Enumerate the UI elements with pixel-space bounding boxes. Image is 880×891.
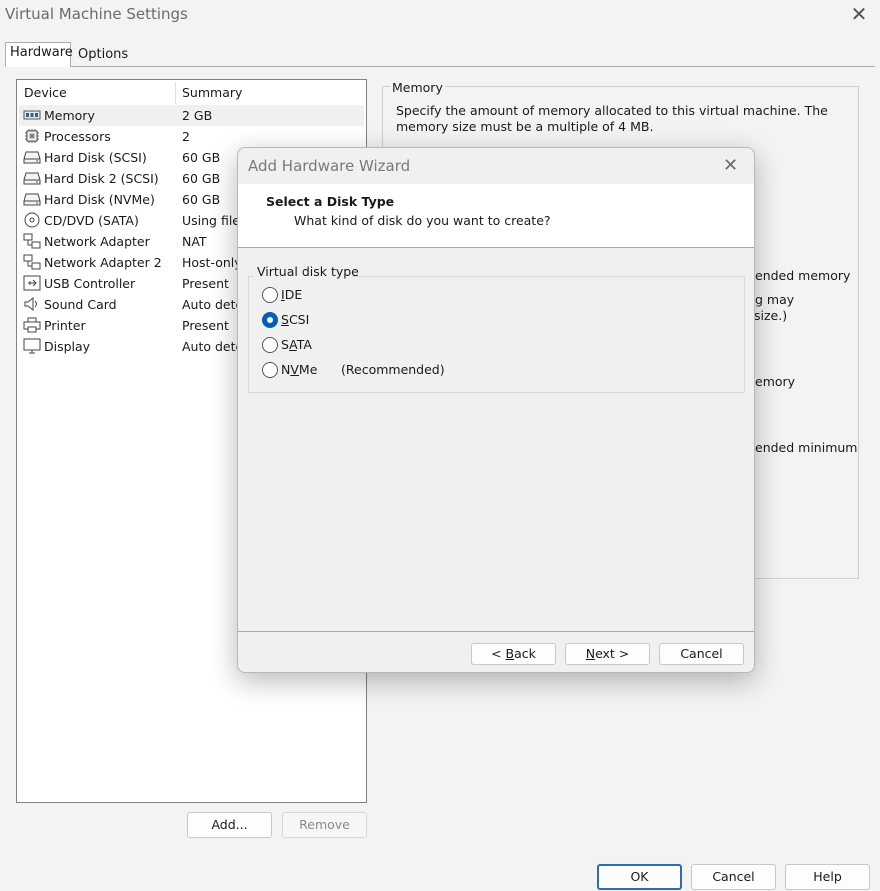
device-name: Hard Disk (SCSI) — [44, 150, 147, 165]
tab-options[interactable]: Options — [74, 45, 132, 69]
device-summary: 60 GB — [182, 192, 221, 207]
group-border — [248, 276, 253, 277]
monitor-icon — [23, 338, 41, 354]
device-summary: Present — [182, 276, 229, 291]
radio-label-nvme[interactable]: NVMe — [281, 362, 317, 377]
wizard-heading: Select a Disk Type — [266, 194, 395, 209]
next-button[interactable]: Next > — [565, 643, 650, 665]
dialog-separator — [238, 631, 754, 632]
label-part: TA — [296, 337, 312, 352]
radio-scsi[interactable] — [262, 312, 278, 328]
accelerator-key: V — [290, 362, 299, 377]
device-name: Network Adapter — [44, 234, 150, 249]
device-summary: Present — [182, 318, 229, 333]
label-part: Me — [298, 362, 318, 377]
radio-nvme[interactable] — [262, 362, 278, 378]
label-part: DE — [284, 287, 303, 302]
device-name: Network Adapter 2 — [44, 255, 162, 270]
printer-icon — [23, 317, 41, 333]
processor-icon — [25, 129, 39, 143]
radio-label-sata[interactable]: SATA — [281, 337, 312, 352]
wizard-header: Select a Disk Type What kind of disk do … — [238, 184, 754, 248]
tab-hardware[interactable]: Hardware — [5, 42, 73, 67]
close-icon[interactable]: ✕ — [848, 3, 870, 25]
label-part: ext > — [595, 646, 630, 661]
device-name: Display — [44, 339, 91, 354]
hard-disk-icon — [23, 151, 41, 164]
label-part: S — [281, 337, 290, 352]
memory-partial-text: emory — [755, 374, 796, 389]
help-button[interactable]: Help — [785, 864, 870, 890]
network-adapter-icon — [23, 233, 41, 249]
device-summary: Host-only — [182, 255, 242, 270]
label-part: ack — [514, 646, 536, 661]
device-summary: 60 GB — [182, 150, 221, 165]
device-name: Memory — [44, 108, 95, 123]
speaker-icon — [24, 296, 37, 312]
device-summary: NAT — [182, 234, 207, 249]
cd-dvd-icon — [24, 212, 40, 228]
group-border — [352, 276, 745, 277]
label-part: N — [281, 362, 291, 377]
wizard-subheading: What kind of disk do you want to create? — [294, 213, 551, 228]
memory-partial-text: ended minimum — [755, 440, 858, 455]
device-name: CD/DVD (SATA) — [44, 213, 139, 228]
group-border — [440, 86, 859, 87]
group-border — [382, 86, 390, 87]
network-adapter-icon — [23, 254, 41, 270]
memory-partial-text: g may — [755, 292, 795, 307]
label-part: < — [491, 646, 506, 661]
device-name: Hard Disk 2 (SCSI) — [44, 171, 159, 186]
hard-disk-icon — [23, 172, 41, 185]
memory-partial-text: ended memory — [755, 268, 851, 283]
radio-label-scsi[interactable]: SCSI — [281, 312, 309, 327]
memory-description: Specify the amount of memory allocated t… — [396, 103, 828, 134]
device-summary: Using file — [182, 213, 241, 228]
radio-ide[interactable] — [262, 287, 278, 303]
radio-label-ide[interactable]: IDE — [281, 287, 302, 302]
label-part: CSI — [288, 312, 310, 327]
accelerator-key: A — [289, 337, 297, 352]
remove-device-button[interactable]: Remove — [282, 812, 367, 838]
accelerator-key: S — [281, 312, 289, 327]
radio-sata[interactable] — [262, 337, 278, 353]
device-summary: Auto dete — [182, 339, 244, 354]
device-name: Printer — [44, 318, 86, 333]
device-summary: 2 GB — [182, 108, 213, 123]
hard-disk-icon — [23, 193, 41, 206]
cancel-button[interactable]: Cancel — [691, 864, 776, 890]
device-name: Hard Disk (NVMe) — [44, 192, 155, 207]
usb-icon — [23, 275, 41, 291]
device-name: Processors — [44, 129, 111, 144]
device-name: Sound Card — [44, 297, 117, 312]
back-button[interactable]: < Back — [471, 643, 556, 665]
accelerator-key: N — [585, 646, 596, 661]
virtual-disk-type-group — [248, 277, 745, 393]
device-summary: 2 — [182, 129, 190, 144]
device-name: USB Controller — [44, 276, 136, 291]
virtual-disk-type-legend: Virtual disk type — [257, 264, 359, 279]
device-summary: 60 GB — [182, 171, 221, 186]
device-summary: Auto dete — [182, 297, 244, 312]
column-separator — [175, 82, 176, 104]
memory-icon — [23, 110, 41, 120]
ok-button[interactable]: OK — [597, 864, 682, 890]
add-device-button[interactable]: Add... — [187, 812, 272, 838]
accelerator-key: B — [505, 646, 515, 661]
column-header-summary[interactable]: Summary — [182, 85, 242, 100]
memory-partial-text: size.) — [754, 308, 788, 323]
wizard-cancel-button[interactable]: Cancel — [659, 643, 744, 665]
column-header-device[interactable]: Device — [24, 85, 67, 100]
window-title: Virtual Machine Settings — [5, 5, 188, 23]
device-row-memory[interactable]: Memory 2 GB — [19, 105, 364, 126]
recommended-note: (Recommended) — [341, 362, 445, 377]
device-row-processors[interactable]: Processors 2 — [19, 126, 364, 147]
memory-legend: Memory — [390, 80, 445, 95]
add-hardware-wizard-dialog: Add Hardware Wizard ✕ Select a Disk Type… — [237, 147, 755, 673]
dialog-title: Add Hardware Wizard — [248, 157, 411, 175]
close-icon[interactable]: ✕ — [723, 155, 738, 176]
